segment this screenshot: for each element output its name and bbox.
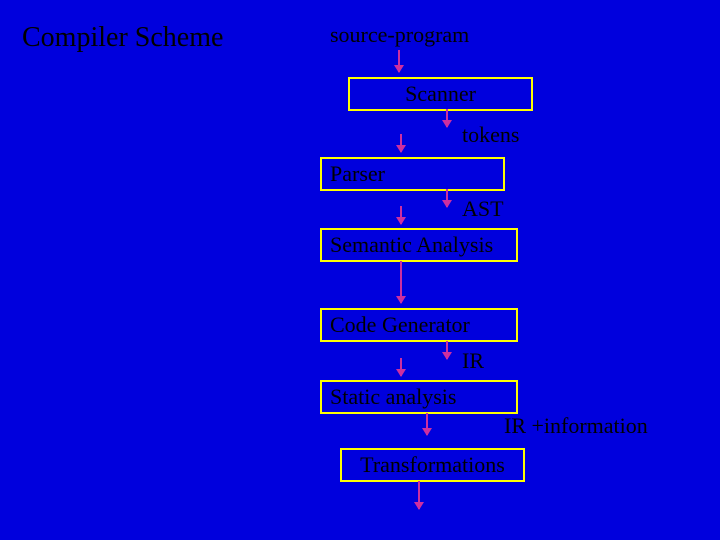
semantic-analysis-box: Semantic Analysis bbox=[320, 228, 518, 262]
source-program-label: source-program bbox=[330, 22, 469, 48]
arrow-semantic-to-codegen bbox=[400, 261, 402, 303]
scanner-box: Scanner bbox=[348, 77, 533, 111]
parser-box: Parser bbox=[320, 157, 505, 191]
arrow-codegen-to-ir bbox=[446, 341, 448, 359]
ir-label: IR bbox=[462, 348, 484, 374]
static-analysis-box: Static analysis bbox=[320, 380, 518, 414]
arrow-source-to-scanner bbox=[398, 50, 400, 72]
arrow-ast-to-semantic bbox=[400, 206, 402, 224]
arrow-scanner-to-tokens bbox=[446, 109, 448, 127]
ast-label: AST bbox=[462, 196, 504, 222]
transformations-box: Transformations bbox=[340, 448, 525, 482]
arrow-transformations-out bbox=[418, 481, 420, 509]
arrow-ir-to-static bbox=[400, 358, 402, 376]
ir-information-label: IR +information bbox=[504, 413, 648, 439]
arrow-tokens-to-parser bbox=[400, 134, 402, 152]
arrow-parser-to-ast bbox=[446, 189, 448, 207]
code-generator-box: Code Generator bbox=[320, 308, 518, 342]
tokens-label: tokens bbox=[462, 122, 519, 148]
arrow-static-to-irinfo bbox=[426, 413, 428, 435]
diagram-title: Compiler Scheme bbox=[22, 22, 223, 54]
